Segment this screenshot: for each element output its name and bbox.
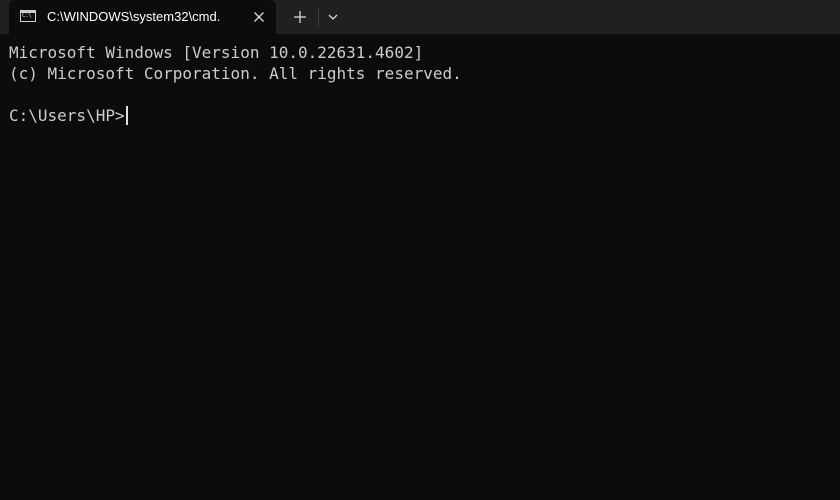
tab-cmd[interactable]: C:\ C:\WINDOWS\system32\cmd. xyxy=(9,0,276,34)
tab-title: C:\WINDOWS\system32\cmd. xyxy=(47,9,221,24)
output-line: (c) Microsoft Corporation. All rights re… xyxy=(9,64,462,83)
command-prompt-icon: C:\ xyxy=(20,10,36,22)
close-icon[interactable] xyxy=(250,8,268,26)
tab-bar: C:\ C:\WINDOWS\system32\cmd. xyxy=(0,0,840,34)
tab-bar-divider xyxy=(318,8,319,26)
prompt-text: C:\Users\HP> xyxy=(9,106,125,125)
new-tab-button[interactable] xyxy=(289,6,311,28)
output-line: Microsoft Windows [Version 10.0.22631.46… xyxy=(9,43,424,62)
profiles-dropdown-button[interactable] xyxy=(323,6,343,28)
terminal-window: C:\ C:\WINDOWS\system32\cmd. Microsoft W… xyxy=(0,0,840,500)
command-prompt-icon-text: C:\ xyxy=(22,12,32,19)
chevron-down-icon xyxy=(328,14,338,20)
terminal-output[interactable]: Microsoft Windows [Version 10.0.22631.46… xyxy=(0,34,840,500)
plus-icon xyxy=(294,11,306,23)
command-line[interactable]: C:\Users\HP> xyxy=(9,105,840,126)
text-cursor xyxy=(125,106,128,125)
